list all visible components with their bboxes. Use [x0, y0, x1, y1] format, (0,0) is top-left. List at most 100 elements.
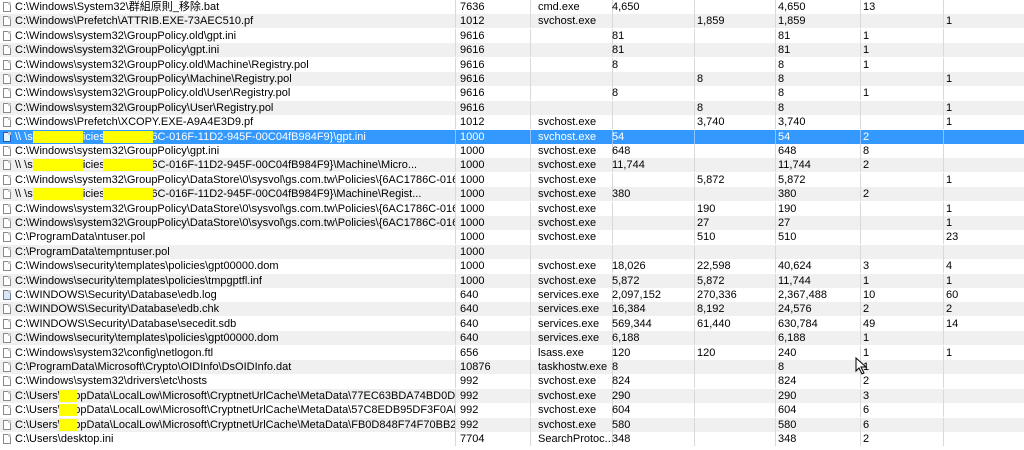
- read-count-cell: [863, 72, 944, 86]
- table-row[interactable]: C:\Windows\system32\GroupPolicy.old\User…: [0, 86, 1024, 101]
- table-row[interactable]: C:\WINDOWS\Security\Database\edb.chk 640 s…: [0, 302, 1024, 317]
- read-bytes-cell: 54: [612, 129, 695, 144]
- write-count-cell: 1: [946, 73, 953, 85]
- file-icon: [3, 88, 11, 99]
- read-bytes-cell: 8: [612, 86, 695, 101]
- read-bytes-cell: [612, 115, 695, 130]
- write-bytes-cell: 5,872: [697, 172, 776, 187]
- file-path-cell: C:\WINDOWS\Security\Database\secedit.sdb: [15, 316, 456, 331]
- table-row[interactable]: C:\Users\ \AppData\LocalLow\Microsoft\Cr…: [0, 417, 1024, 432]
- write-bytes-cell: [697, 0, 776, 14]
- process-cell: cmd.exe: [538, 0, 613, 14]
- write-bytes-cell: [697, 158, 776, 173]
- process-cell: services.exe: [538, 288, 613, 302]
- table-row[interactable]: C:\Users\ \AppData\LocalLow\Microsoft\Cr…: [0, 388, 1024, 403]
- table-row[interactable]: C:\Windows\System32\群組原則_移除.bat 7636 cmd.e…: [0, 0, 1024, 14]
- table-row[interactable]: \\ \sysvol\ \Policies\{6AC1786C-016F-11D…: [0, 187, 1024, 202]
- table-row[interactable]: C:\Windows\system32\GroupPolicy\DataStor…: [0, 216, 1024, 230]
- table-row[interactable]: C:\Windows\system32\GroupPolicy\gpt.ini 1…: [0, 144, 1024, 158]
- redaction-mark: [59, 389, 77, 402]
- write-count-cell: [946, 58, 1022, 72]
- file-icon: [3, 261, 11, 272]
- process-cell: svchost.exe: [538, 417, 613, 432]
- write-count-cell: 1: [946, 217, 953, 229]
- table-row[interactable]: C:\Windows\system32\GroupPolicy\DataStor…: [0, 201, 1024, 216]
- file-path-cell: C:\ProgramData\tempntuser.pol: [15, 244, 456, 259]
- file-icon: [3, 318, 11, 329]
- table-row[interactable]: C:\Windows\system32\GroupPolicy\DataStor…: [0, 172, 1024, 187]
- read-bytes-cell: [612, 216, 695, 230]
- process-cell: svchost.exe: [538, 187, 613, 202]
- table-row[interactable]: C:\Windows\security\templates\policies\g…: [0, 331, 1024, 346]
- pid-cell: 9616: [460, 43, 531, 58]
- process-cell: svchost.exe: [538, 374, 613, 389]
- table-row[interactable]: C:\Windows\system32\GroupPolicy.old\Mach…: [0, 57, 1024, 72]
- read-bytes-cell: 569,344: [612, 316, 695, 331]
- table-row[interactable]: C:\Users\ \AppData\LocalLow\Microsoft\Cr…: [0, 403, 1024, 418]
- read-bytes-cell: 120: [612, 345, 695, 360]
- read-count-cell: [863, 230, 944, 245]
- table-row[interactable]: C:\Windows\system32\GroupPolicy\Machine\…: [0, 72, 1024, 86]
- total-bytes-cell: 240: [778, 345, 861, 360]
- read-count-cell: 1: [863, 360, 944, 374]
- table-row-selected[interactable]: \\ \sysvol\ \Policies\{6AC1786C-016F-11D…: [0, 129, 1024, 144]
- read-bytes-cell: 18,026: [612, 259, 695, 274]
- read-bytes-cell: 81: [612, 28, 695, 43]
- read-count-cell: 10: [863, 288, 944, 302]
- pid-cell: 640: [460, 316, 531, 331]
- table-row[interactable]: \\ \sysvol\ \Policies\{6AC1786C-016F-11D…: [0, 158, 1024, 173]
- table-row[interactable]: C:\Windows\security\templates\policies\t…: [0, 273, 1024, 288]
- read-count-cell: 1: [863, 28, 944, 43]
- pid-cell: 1000: [460, 172, 531, 187]
- write-bytes-cell: [697, 388, 776, 403]
- file-icon: [3, 2, 11, 12]
- total-bytes-cell: [778, 244, 861, 259]
- table-row[interactable]: C:\Windows\system32\GroupPolicy\User\Reg…: [0, 100, 1024, 115]
- file-path-cell: C:\Users\desktop.ini: [15, 432, 456, 446]
- table-row[interactable]: C:\ProgramData\Microsoft\Crypto\OIDInfo\…: [0, 360, 1024, 374]
- total-bytes-cell: 4,650: [778, 0, 861, 14]
- write-count-cell: [946, 86, 1022, 100]
- read-bytes-cell: [612, 172, 695, 187]
- total-bytes-cell: 5,872: [778, 172, 861, 187]
- redaction-mark: [59, 418, 77, 431]
- table-row[interactable]: C:\ProgramData\tempntuser.pol 1000: [0, 244, 1024, 259]
- table-row[interactable]: C:\Users\desktop.ini 7704 SearchProtoc... 3…: [0, 432, 1024, 446]
- table-row[interactable]: C:\Windows\system32\drivers\etc\hosts 992…: [0, 374, 1024, 389]
- redaction-mark: [103, 188, 153, 201]
- write-bytes-cell: 120: [697, 345, 776, 360]
- write-bytes-cell: [697, 86, 776, 101]
- redaction-mark: [33, 130, 83, 143]
- table-row[interactable]: C:\WINDOWS\Security\Database\edb.log 640 s…: [0, 288, 1024, 302]
- table-row[interactable]: C:\Windows\security\templates\policies\g…: [0, 259, 1024, 274]
- read-count-cell: 1: [863, 273, 944, 288]
- table-row[interactable]: C:\Windows\Prefetch\XCOPY.EXE-A9A4E3D9.p…: [0, 115, 1024, 130]
- file-path-cell: C:\Windows\system32\config\netlogon.ftl: [15, 345, 456, 360]
- file-icon: [3, 189, 11, 200]
- file-path-cell: C:\Windows\system32\GroupPolicy.old\User…: [15, 86, 456, 101]
- write-bytes-cell: 1,859: [697, 14, 776, 29]
- total-bytes-cell: 1,859: [778, 14, 861, 29]
- pid-cell: 1012: [460, 115, 531, 130]
- process-cell: services.exe: [538, 302, 613, 317]
- file-icon: [3, 347, 11, 358]
- read-bytes-cell: 604: [612, 403, 695, 418]
- read-count-cell: [863, 172, 944, 187]
- table-row[interactable]: C:\WINDOWS\Security\Database\secedit.sdb…: [0, 316, 1024, 331]
- process-cell: svchost.exe: [538, 259, 613, 274]
- write-count-cell: 1: [946, 101, 953, 114]
- table-row[interactable]: C:\ProgramData\ntuser.pol 1000 svchost.exe…: [0, 230, 1024, 245]
- total-bytes-cell: 81: [778, 28, 861, 43]
- table-row[interactable]: C:\Windows\Prefetch\ATTRIB.EXE-73AEC510.…: [0, 14, 1024, 29]
- table-row[interactable]: C:\Windows\system32\GroupPolicy.old\gpt.…: [0, 28, 1024, 43]
- table-row[interactable]: C:\Windows\system32\GroupPolicy\gpt.ini 9…: [0, 43, 1024, 58]
- read-bytes-cell: 11,744: [612, 158, 695, 173]
- read-count-cell: [863, 201, 944, 216]
- write-count-cell: 1: [946, 346, 953, 359]
- write-bytes-cell: 270,336: [697, 288, 776, 302]
- process-cell: svchost.exe: [538, 388, 613, 403]
- read-count-cell: 2: [863, 302, 944, 317]
- pid-cell: 9616: [460, 72, 531, 86]
- write-count-cell: [946, 158, 1022, 172]
- table-row[interactable]: C:\Windows\system32\config\netlogon.ftl 6…: [0, 345, 1024, 360]
